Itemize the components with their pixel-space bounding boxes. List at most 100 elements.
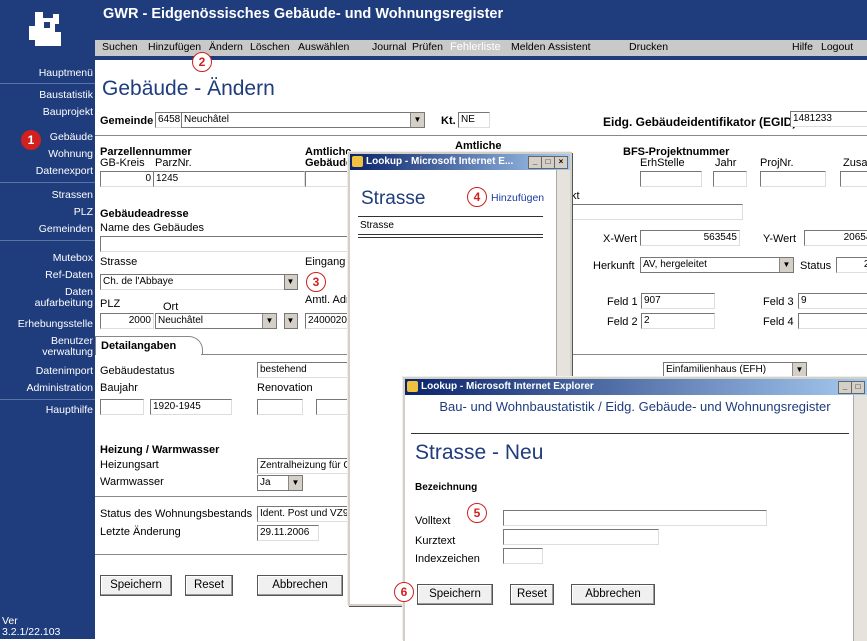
parznr-field[interactable]: 1245 [153, 171, 305, 187]
xwert-field[interactable]: 563545 [640, 230, 740, 246]
app-title: GWR - Eidgenössisches Gebäude- und Wohnu… [103, 6, 504, 22]
baujahr-field[interactable] [100, 399, 144, 415]
gemeinde-nr-field[interactable]: 6458 [155, 112, 183, 128]
marker-4: 4 [467, 187, 487, 207]
indexzeichen-field[interactable] [503, 548, 543, 564]
lookup-reset-button[interactable]: Reset [510, 584, 554, 605]
divider [411, 433, 849, 434]
renovation-field[interactable] [257, 399, 303, 415]
sidebar-item-haupthilfe[interactable]: Haupthilfe [46, 405, 93, 416]
gebaeudestatus-field[interactable]: bestehend [257, 362, 353, 378]
letzte-aenderung-label: Letzte Änderung [100, 526, 181, 538]
feld4-field[interactable] [798, 313, 867, 329]
hinzufuegen-link[interactable]: Hinzufügen [491, 192, 544, 204]
gbkreis-field[interactable]: 0 [100, 171, 154, 187]
heizungsart-field[interactable]: Zentralheizung für G [257, 458, 353, 474]
marker-6: 6 [394, 582, 414, 602]
sidebar-item-gebaeude[interactable]: Gebäude [50, 132, 93, 143]
menu-aendern[interactable]: Ändern [209, 41, 243, 53]
herkunft-select[interactable]: AV, hergeleitet ▼ [640, 257, 794, 273]
kt-field[interactable]: NE [458, 112, 490, 128]
tab-detailangaben-label: Detailangaben [101, 340, 177, 352]
sidebar-item-administration[interactable]: Administration [26, 383, 93, 394]
egid-field[interactable]: 1481233 [790, 111, 867, 127]
herkunft-value: AV, hergeleitet [643, 259, 707, 270]
reset-button[interactable]: Reset [185, 575, 233, 596]
menu-fehlerliste[interactable]: Fehlerliste [450, 41, 501, 53]
strasse-lookup-button[interactable]: ▼ [284, 274, 298, 290]
menu-logout[interactable]: Logout [821, 41, 853, 53]
renovation-periode-field[interactable] [316, 399, 352, 415]
kurztext-field[interactable] [503, 529, 659, 545]
menu-hilfe[interactable]: Hilfe [792, 41, 813, 53]
feld1-field[interactable]: 907 [641, 293, 715, 309]
sidebar-item-gemeinden[interactable]: Gemeinden [39, 224, 93, 235]
lookup-cancel-button[interactable]: Abbrechen [571, 584, 655, 605]
jahr-label: Jahr [715, 157, 737, 169]
sidebar-item-bauprojekt[interactable]: Bauprojekt [43, 107, 93, 118]
gemeinde-label: Gemeinde [100, 115, 154, 127]
sidebar-item-mutebox[interactable]: Mutebox [53, 253, 93, 264]
feld2-field[interactable]: 2 [641, 313, 715, 329]
minimize-icon[interactable]: _ [528, 156, 542, 169]
projekt-field[interactable] [571, 204, 743, 220]
sidebar-item-datenexport[interactable]: Datenexport [36, 166, 93, 177]
sidebar-item-ref-daten[interactable]: Ref-Daten [45, 270, 93, 281]
amtliche-nr-field[interactable] [305, 171, 351, 187]
sidebar-item-strassen[interactable]: Strassen [52, 190, 93, 201]
sidebar-item-wohnung[interactable]: Wohnung [48, 149, 93, 160]
tab-detailangaben[interactable]: Detailangaben [95, 336, 203, 355]
scrollbar[interactable] [853, 395, 867, 641]
menu-loeschen[interactable]: Löschen [250, 41, 290, 53]
ort-value: Neuchâtel [158, 315, 204, 326]
sidebar-item-aufarbeitung[interactable]: aufarbeitung [35, 298, 93, 309]
volltext-field[interactable] [503, 510, 767, 526]
menu-melden[interactable]: Melden [511, 41, 545, 53]
menu-pruefen[interactable]: Prüfen [412, 41, 443, 53]
cancel-button[interactable]: Abbrechen [257, 575, 343, 596]
lookup-strasse-titlebar[interactable]: Lookup - Microsoft Internet E... _ □ × [350, 154, 570, 170]
menu-journal[interactable]: Journal [372, 41, 406, 53]
save-button[interactable]: Speichern [100, 575, 172, 596]
close-icon[interactable]: × [554, 156, 568, 169]
marker-3: 3 [306, 272, 326, 292]
ort-select[interactable]: Neuchâtel ▼ [155, 313, 277, 329]
menu-assistent[interactable]: Assistent [548, 41, 591, 53]
plz-field[interactable]: 2000 [100, 313, 154, 329]
gemeinde-select[interactable]: Neuchâtel ▼ [181, 112, 425, 128]
heizungsart-label: Heizungsart [100, 459, 159, 471]
maximize-icon[interactable]: □ [541, 156, 555, 169]
lookup-save-button[interactable]: Speichern [417, 584, 493, 605]
kategorie-select[interactable]: Einfamilienhaus (EFH) ▼ [663, 362, 807, 378]
maximize-icon[interactable]: □ [851, 381, 865, 394]
status-field[interactable]: 20 [836, 257, 867, 273]
menu-hinzufuegen[interactable]: Hinzufügen [148, 41, 201, 53]
bauperiode-field[interactable]: 1920-1945 [150, 399, 232, 415]
chevron-down-icon: ▼ [262, 314, 276, 328]
sidebar-item-verwaltung[interactable]: verwaltung [42, 347, 93, 358]
kategorie-value: Einfamilienhaus (EFH) [666, 364, 767, 375]
menu-drucken[interactable]: Drucken [629, 41, 668, 53]
lookup-strasse-neu-titlebar[interactable]: Lookup - Microsoft Internet Explorer _ □ [405, 379, 867, 395]
strasse-label: Strasse [100, 256, 138, 268]
sidebar-item-datenimport[interactable]: Datenimport [36, 366, 93, 377]
feld3-field[interactable]: 9 [798, 293, 867, 309]
zusa-field[interactable] [840, 171, 867, 187]
menu-auswaehlen[interactable]: Auswählen [298, 41, 349, 53]
menu-suchen[interactable]: Suchen [102, 41, 138, 53]
erhstelle-field[interactable] [640, 171, 702, 187]
ywert-field[interactable]: 206548 [804, 230, 867, 246]
sidebar-item-erhebungsstelle[interactable]: Erhebungsstelle [18, 319, 93, 330]
sidebar-item-baustatistik[interactable]: Baustatistik [39, 90, 93, 101]
ort-lookup-button[interactable]: ▼ [284, 313, 298, 329]
jahr-field[interactable] [713, 171, 747, 187]
gebaeudename-field[interactable] [100, 236, 356, 252]
renovation-label: Renovation [257, 382, 313, 394]
minimize-icon[interactable]: _ [838, 381, 852, 394]
warmwasser-select[interactable]: Ja ▼ [257, 475, 303, 491]
strasse-field[interactable]: Ch. de l'Abbaye [100, 274, 286, 290]
wohnbestand-field[interactable]: Ident. Post und VZ90 [257, 506, 353, 522]
projnr-field[interactable] [760, 171, 826, 187]
sidebar-item-hauptmenue[interactable]: Hauptmenü [39, 68, 93, 79]
sidebar-item-plz[interactable]: PLZ [74, 207, 93, 218]
